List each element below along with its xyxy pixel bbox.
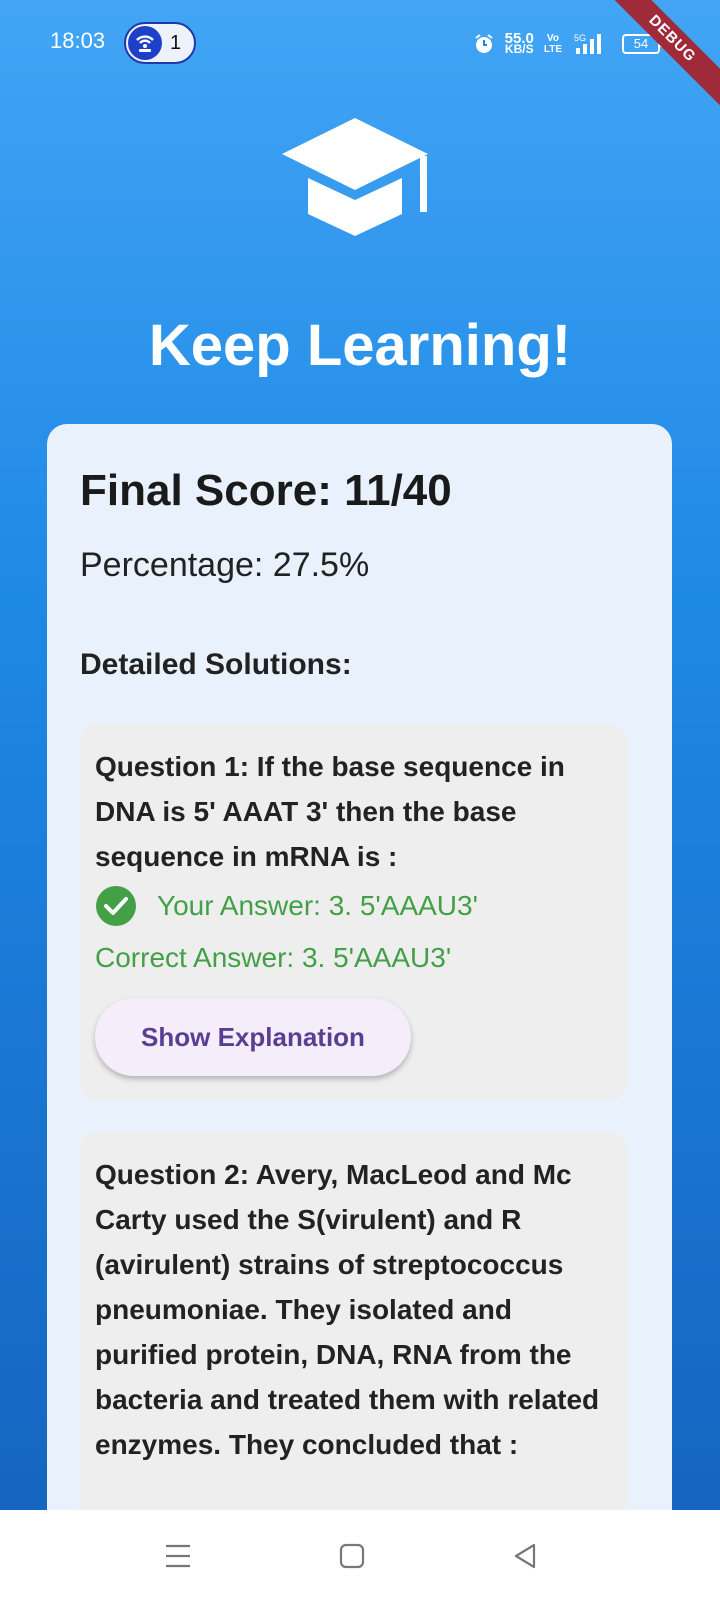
page-title: Keep Learning!	[148, 313, 572, 378]
results-screen: 18:03 1 55.0 KB/S Vo LTE 5G 54 DEBUG Kee…	[0, 0, 720, 1510]
percentage-text: Percentage: 27.5%	[80, 546, 370, 584]
hotspot-count: 1	[170, 32, 182, 54]
correct-answer: Correct Answer: 3. 5'AAAU3'	[95, 942, 452, 973]
status-bar: 18:03 1 55.0 KB/S Vo LTE 5G 54 DEBUG	[0, 0, 720, 119]
signal-icon: 5G	[574, 33, 601, 54]
your-answer: Your Answer: 3. 5'AAAU3'	[157, 890, 478, 921]
status-icons: 55.0 KB/S Vo LTE 5G 54	[473, 24, 663, 64]
check-circle-icon	[96, 886, 136, 926]
network-type: 5G	[574, 33, 586, 43]
alarm-icon	[475, 34, 493, 53]
solutions-heading: Detailed Solutions:	[80, 648, 352, 681]
recent-apps-icon[interactable]	[162, 1540, 194, 1572]
results-card: Final Score: 11/40 Percentage: 27.5% Det…	[47, 424, 672, 1510]
hotspot-indicator[interactable]: 1	[124, 22, 196, 64]
navigation-bar	[0, 1510, 720, 1600]
volte-indicator: Vo LTE	[543, 33, 562, 55]
question-card: Question 1: If the base sequence in DNA …	[79, 724, 627, 1100]
network-speed: 55.0 KB/S	[504, 30, 534, 56]
question-text: Question 2: Avery, MacLeod and Mc Carty …	[95, 1159, 600, 1460]
show-explanation-button[interactable]: Show Explanation	[95, 998, 411, 1076]
your-answer-row: Your Answer: 3. 5'AAAU3'	[95, 884, 478, 928]
question-text: Question 1: If the base sequence in DNA …	[95, 751, 565, 872]
hotspot-icon	[128, 26, 162, 60]
final-score: Final Score: 11/40	[80, 466, 452, 515]
question-card: Question 2: Avery, MacLeod and Mc Carty …	[79, 1132, 627, 1510]
graduation-cap-icon	[282, 118, 428, 236]
back-icon[interactable]	[510, 1540, 542, 1572]
home-icon[interactable]	[336, 1540, 368, 1572]
status-time: 18:03	[50, 28, 106, 53]
